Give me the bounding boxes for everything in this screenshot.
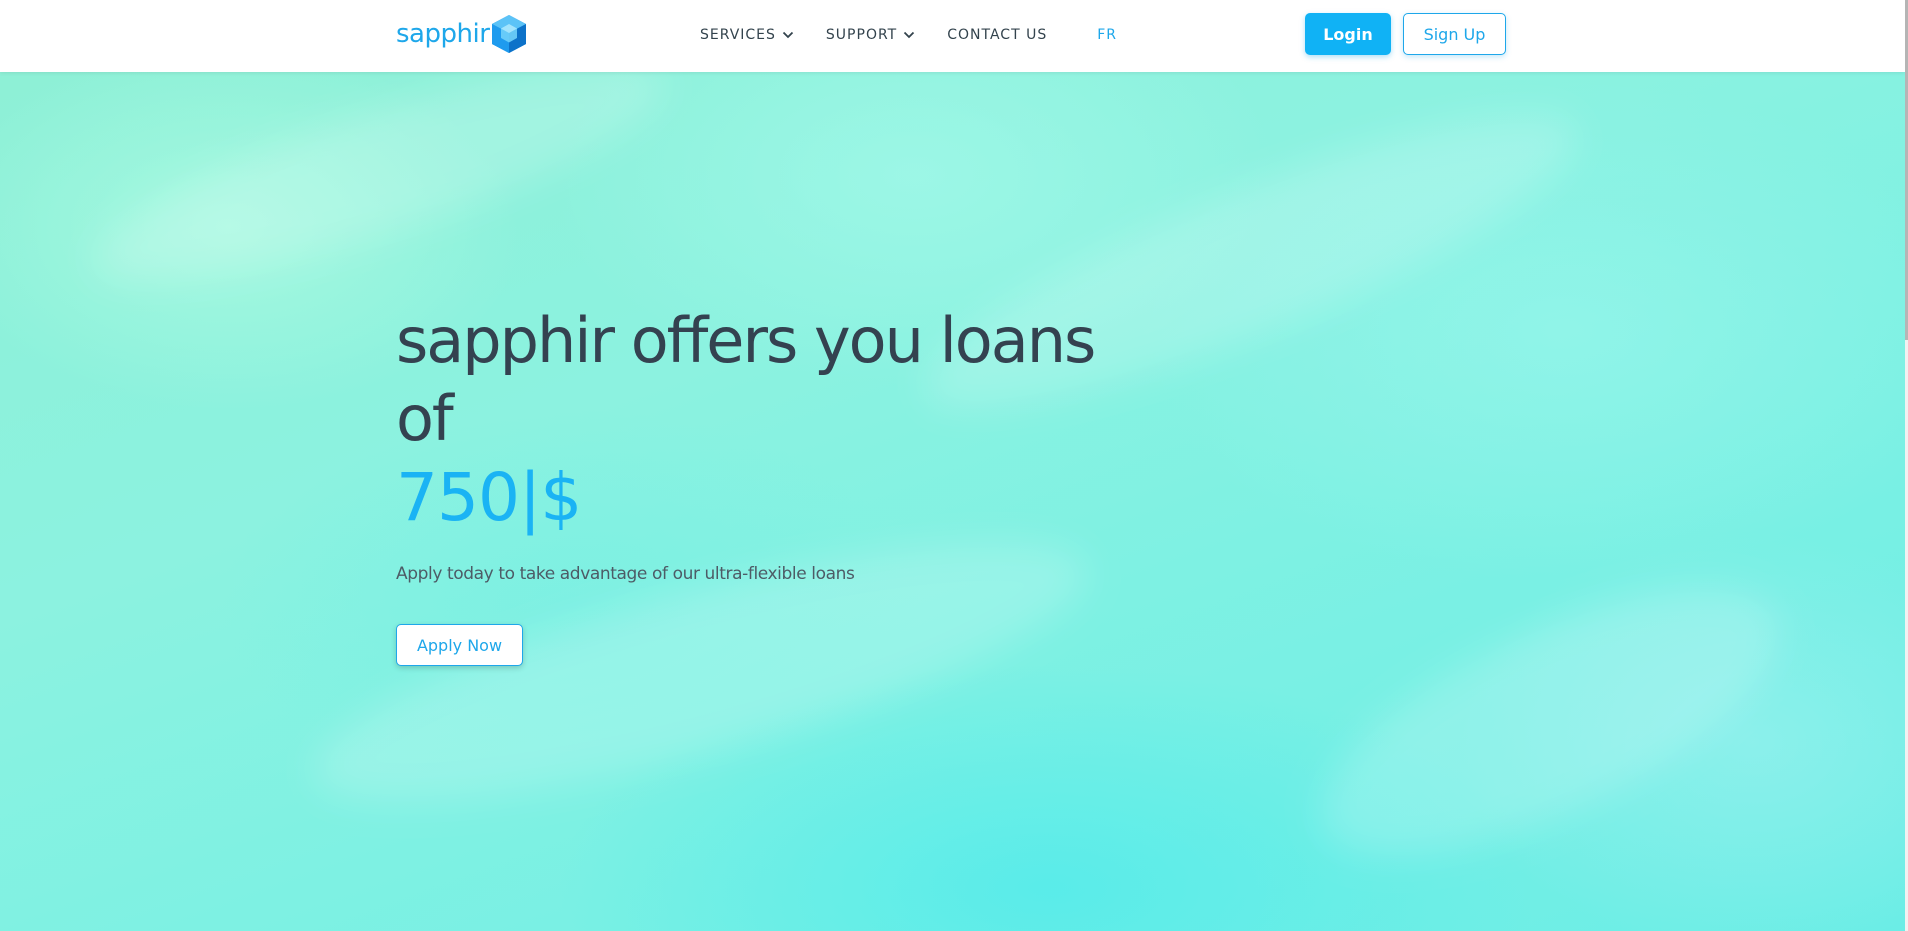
hexagon-cube-icon [492, 15, 527, 53]
hero-headline: sapphir offers you loans of [396, 304, 1096, 455]
signup-button[interactable]: Sign Up [1403, 13, 1506, 55]
nav-services[interactable]: SERVICES [700, 27, 794, 43]
hero-subtitle: Apply today to take advantage of our ult… [396, 564, 855, 584]
hero-content: sapphir offers you loans of 750|$ Apply … [396, 302, 1156, 666]
nav-support-label: SUPPORT [825, 27, 898, 43]
main-nav: SERVICES SUPPORT CONTACT US FR [700, 0, 1117, 70]
apply-now-button[interactable]: Apply Now [396, 624, 523, 666]
nav-contact-us-label: CONTACT US [947, 27, 1048, 43]
login-button[interactable]: Login [1305, 13, 1391, 55]
logo[interactable]: sapphir [396, 12, 529, 56]
nav-contact-us[interactable]: CONTACT US [947, 27, 1047, 43]
chevron-down-icon [904, 31, 915, 39]
bg-texture [76, 72, 684, 322]
top-navbar: sapphir SERVICES SUPPORT CONTACT US FR L… [0, 0, 1905, 72]
logo-text: sapphir [396, 19, 490, 49]
chevron-down-icon [782, 31, 794, 39]
hero-section: sapphir offers you loans of 750|$ Apply … [0, 72, 1905, 931]
nav-support[interactable]: SUPPORT [826, 27, 915, 43]
loan-amount: 750|$ [396, 459, 582, 536]
bg-texture [1285, 534, 1815, 910]
language-switch[interactable]: FR [1097, 27, 1117, 43]
nav-services-label: SERVICES [700, 27, 776, 43]
